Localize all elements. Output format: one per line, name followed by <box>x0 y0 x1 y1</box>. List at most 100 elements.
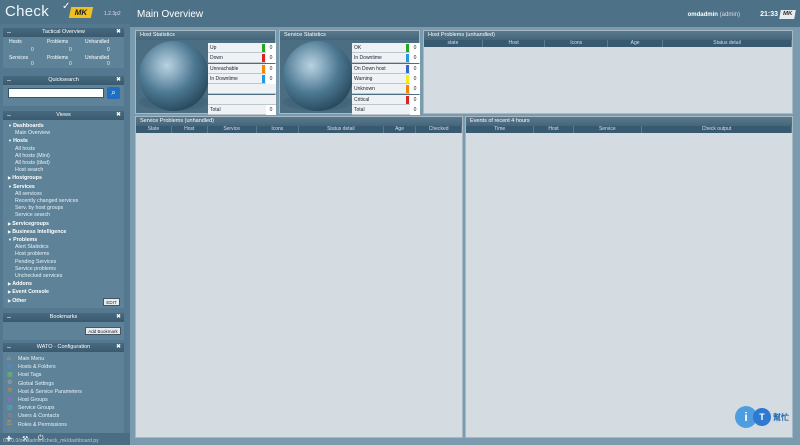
wato-menu-item[interactable]: ▣ Host Groups <box>3 396 124 404</box>
views-link[interactable]: All hosts <box>8 146 124 153</box>
views-link[interactable]: Recently changed services <box>8 198 124 205</box>
views-group[interactable]: ▶ Business Intelligence <box>8 228 124 236</box>
views-group[interactable]: ▼ Hosts <box>8 137 124 145</box>
tactical-services-unhandled[interactable]: 0 <box>107 61 110 67</box>
views-link[interactable]: Pending Services <box>8 259 124 266</box>
tactical-services-problems[interactable]: 0 <box>69 61 72 67</box>
column-header[interactable]: Host <box>483 40 546 47</box>
tactical-col-problems: Problems <box>47 39 69 45</box>
views-group-label: Event Console <box>12 289 49 296</box>
checkmk-logo[interactable]: Check ✓ MK 1.2.3p2 <box>0 0 130 24</box>
views-link[interactable]: Host problems <box>8 251 124 258</box>
column-header[interactable]: Check output <box>642 126 792 133</box>
views-group[interactable]: ▼ Dashboards <box>8 122 124 130</box>
ithome-badge-logo[interactable]: i T 幫忙 <box>735 404 795 430</box>
stat-color-bar <box>406 95 409 104</box>
column-header[interactable]: Host <box>534 126 574 133</box>
stat-row[interactable]: Unreachable 0 <box>208 63 276 74</box>
wato-menu-item[interactable]: ⚒ Host & Service Parameters <box>3 388 124 396</box>
tactical-services-total[interactable]: 0 <box>31 61 34 67</box>
views-link[interactable]: All hosts (Mini) <box>8 153 124 160</box>
views-group[interactable]: ▶ Hostgroups <box>8 174 124 182</box>
stat-row[interactable]: Total 0 <box>208 104 276 115</box>
edit-views-button[interactable]: EDIT <box>103 298 120 306</box>
views-link[interactable]: Unchecked services <box>8 273 124 280</box>
tactical-hosts-total[interactable]: 0 <box>31 47 34 53</box>
tactical-overview-header[interactable]: ‒ Tactical Overview ✖ <box>3 28 124 37</box>
wato-menu-item[interactable]: ⚿ Roles & Permissions <box>3 421 124 429</box>
quicksearch-input[interactable] <box>8 88 104 98</box>
column-header[interactable]: Age <box>384 126 417 133</box>
column-header[interactable]: Status detail <box>663 40 792 47</box>
views-group[interactable]: ▶ Servicegroups <box>8 220 124 228</box>
views-group[interactable]: ▶ Addons <box>8 280 124 288</box>
stat-row[interactable]: Warning 0 <box>352 73 420 84</box>
service-globe-icon[interactable] <box>283 41 353 111</box>
wato-menu-item[interactable]: ▤ Hosts & Folders <box>3 363 124 371</box>
stat-label: Unreachable <box>210 65 239 72</box>
tactical-hosts-unhandled[interactable]: 0 <box>107 47 110 53</box>
close-icon[interactable]: ✖ <box>116 343 121 352</box>
collapse-icon[interactable]: ‒ <box>7 111 11 120</box>
bookmarks-title: Bookmarks <box>49 314 78 320</box>
stat-value: 0 <box>410 84 420 95</box>
collapse-icon[interactable]: ‒ <box>7 76 11 85</box>
quicksearch-title: Quicksearch <box>48 77 79 83</box>
column-header[interactable]: Service <box>208 126 257 133</box>
add-bookmark-button[interactable]: Add Bookmark <box>85 327 121 335</box>
column-header[interactable]: Service <box>574 126 643 133</box>
collapse-icon[interactable]: ‒ <box>7 343 11 352</box>
wato-menu-item[interactable]: ☺ Users & Contacts <box>3 412 124 420</box>
views-link[interactable]: Host search <box>8 167 124 174</box>
column-header[interactable]: State <box>136 126 172 133</box>
stat-row[interactable]: On Down host 0 <box>352 63 420 74</box>
views-group[interactable]: ▶ Event Console <box>8 288 124 296</box>
views-link[interactable]: Alert Statistics <box>8 244 124 251</box>
wato-menu-item[interactable]: ▧ Service Groups <box>3 404 124 412</box>
stat-row[interactable]: Unknown 0 <box>352 84 420 95</box>
wato-header[interactable]: ‒ WATO · Configuration ✖ <box>3 343 124 352</box>
tactical-hosts-problems[interactable]: 0 <box>69 47 72 53</box>
stat-row[interactable]: OK 0 <box>352 43 420 53</box>
views-link[interactable]: Service problems <box>8 266 124 273</box>
close-icon[interactable]: ✖ <box>116 111 121 120</box>
views-link[interactable]: Serv. by host groups <box>8 205 124 212</box>
views-link[interactable]: Service search <box>8 212 124 219</box>
close-icon[interactable]: ✖ <box>116 313 121 322</box>
stat-row[interactable]: Total 0 <box>352 104 420 115</box>
quicksearch-header[interactable]: ‒ Quicksearch ✖ <box>3 76 124 85</box>
search-icon[interactable]: ⌕ <box>107 87 120 99</box>
stat-row[interactable]: In Downtime 0 <box>208 73 276 84</box>
wato-item-label: Hosts & Folders <box>18 364 56 371</box>
column-header[interactable]: state <box>424 40 483 47</box>
wato-menu-item[interactable]: ⚙ Global Settings <box>3 380 124 388</box>
column-header[interactable]: Host <box>172 126 208 133</box>
views-link[interactable]: All services <box>8 191 124 198</box>
column-header[interactable]: Icons <box>545 40 608 47</box>
column-header[interactable]: Status detail <box>299 126 384 133</box>
stat-row[interactable]: Critical 0 <box>352 94 420 105</box>
views-link[interactable]: Main Overview <box>8 130 124 137</box>
bookmarks-header[interactable]: ‒ Bookmarks ✖ <box>3 313 124 322</box>
views-header[interactable]: ‒ Views ✖ <box>3 111 124 120</box>
column-header[interactable]: Icons <box>257 126 299 133</box>
wato-item-icon: ⚙ <box>7 380 13 387</box>
close-icon[interactable]: ✖ <box>116 28 121 37</box>
close-icon[interactable]: ✖ <box>116 76 121 85</box>
column-header[interactable]: Age <box>608 40 664 47</box>
wato-menu-item[interactable]: ⌂ Main Menu <box>3 355 124 363</box>
views-group[interactable]: ▼ Problems <box>8 236 124 244</box>
views-link[interactable]: All hosts (tiled) <box>8 160 124 167</box>
stat-row[interactable]: Up 0 <box>208 43 276 53</box>
tactical-hosts-label[interactable]: Hosts <box>9 39 22 45</box>
collapse-icon[interactable]: ‒ <box>7 28 11 37</box>
stat-row[interactable]: Down 0 <box>208 53 276 64</box>
column-header[interactable]: Checked <box>416 126 462 133</box>
column-header[interactable]: Time <box>466 126 535 133</box>
host-globe-icon[interactable] <box>139 41 209 111</box>
collapse-icon[interactable]: ‒ <box>7 313 11 322</box>
wato-menu-item[interactable]: ▦ Host Tags <box>3 371 124 379</box>
views-group[interactable]: ▼ Services <box>8 183 124 191</box>
wato-item-label: Global Settings <box>18 380 54 387</box>
stat-row[interactable]: In Downtime 0 <box>352 53 420 64</box>
